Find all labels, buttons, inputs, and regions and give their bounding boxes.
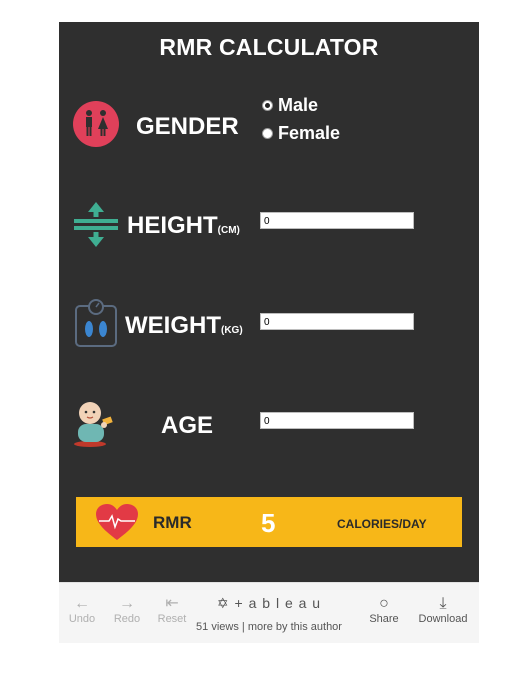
radio-male-label[interactable]: Male — [278, 95, 318, 116]
weight-label: WEIGHT(KG) — [125, 312, 243, 340]
views-separator: | — [241, 621, 245, 633]
download-label: Download — [418, 613, 468, 625]
baby-icon — [74, 402, 113, 447]
rmr-result-bar: RMR 5 CALORIES/DAY — [76, 497, 462, 547]
reset-label: Reset — [157, 613, 187, 625]
rmr-value: 5 — [261, 508, 276, 538]
height-input[interactable]: 0 — [260, 212, 414, 229]
gender-icon — [73, 101, 119, 147]
radio-female-control[interactable] — [262, 128, 273, 139]
age-label: AGE — [161, 412, 214, 439]
tableau-logo-link[interactable]: ✡ + a b l e a u — [209, 595, 329, 613]
radio-female[interactable]: Female — [262, 123, 340, 144]
share-label: Share — [369, 613, 399, 625]
age-input[interactable]: 0 — [260, 412, 414, 429]
tableau-toolbar: ← Undo → Redo ⇤ Reset ✡ + a b l e a u 51… — [59, 582, 479, 643]
radio-male-control[interactable] — [262, 100, 273, 111]
height-row: HEIGHT(CM) 0 — [59, 192, 479, 252]
dashboard-panel: RMR CALCULATOR GENDER Male Female HEIGHT… — [59, 22, 479, 582]
download-button[interactable]: ⤓ Download — [414, 595, 472, 625]
views-count: 51 views — [196, 621, 239, 633]
age-row: AGE 0 — [59, 392, 479, 452]
weight-row: WEIGHT(KG) 0 — [59, 292, 479, 352]
radio-female-label[interactable]: Female — [278, 123, 340, 144]
rmr-unit: CALORIES/DAY — [337, 517, 427, 531]
undo-button[interactable]: ← Undo — [65, 595, 99, 625]
undo-arrow-icon: ← — [74, 595, 90, 612]
height-unit: (CM) — [217, 225, 240, 236]
download-icon: ⤓ — [439, 595, 447, 612]
heart-icon — [96, 504, 138, 540]
redo-button[interactable]: → Redo — [110, 595, 144, 625]
height-icon — [74, 202, 118, 247]
gender-label: GENDER — [136, 113, 239, 140]
redo-arrow-icon: → — [119, 595, 135, 612]
gender-row: GENDER Male Female — [59, 92, 479, 157]
rmr-label: RMR — [153, 513, 192, 532]
radio-male[interactable]: Male — [262, 95, 318, 116]
tableau-plus-icon: ✡ — [216, 595, 230, 611]
reset-icon: ⇤ — [165, 595, 179, 612]
reset-button[interactable]: ⇤ Reset — [155, 595, 189, 625]
redo-label: Redo — [113, 613, 141, 625]
weight-input[interactable]: 0 — [260, 313, 414, 330]
weight-label-text: WEIGHT — [125, 312, 221, 339]
share-icon: ○ — [379, 595, 389, 612]
undo-label: Undo — [68, 613, 96, 625]
page-title: RMR CALCULATOR — [159, 34, 379, 60]
share-button[interactable]: ○ Share — [364, 595, 404, 625]
height-label: HEIGHT(CM) — [127, 212, 240, 240]
weight-unit: (KG) — [221, 325, 243, 336]
tableau-logo: ✡ + a b l e a u — [209, 595, 329, 613]
tableau-wordmark: + a b l e a u — [234, 595, 322, 611]
views-info: 51 views | more by this author — [189, 621, 349, 633]
scale-icon — [75, 299, 117, 347]
height-label-text: HEIGHT — [127, 212, 218, 239]
more-by-author-link[interactable]: more by this author — [248, 621, 342, 633]
